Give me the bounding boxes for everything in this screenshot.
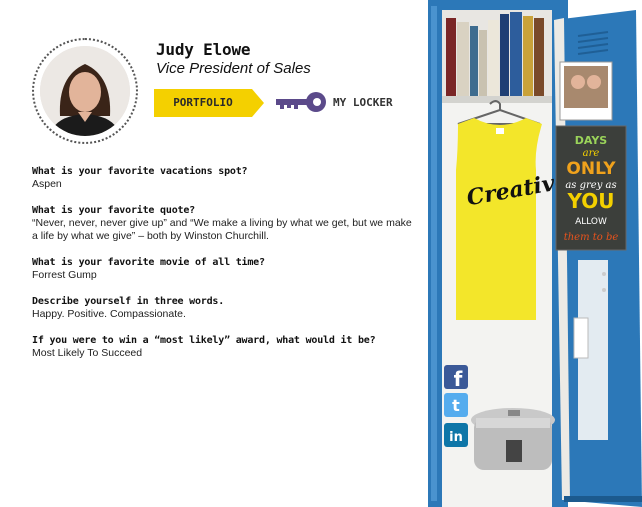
qa-question: Describe yourself in three words. [32, 296, 225, 307]
svg-text:YOU: YOU [566, 189, 614, 213]
qa-answer: Forrest Gump [32, 269, 97, 281]
profile-title: Vice President of Sales [156, 60, 311, 77]
books [446, 12, 544, 96]
qa-answer: Happy. Positive. Compassionate. [32, 308, 186, 320]
qa-item: What is your favorite movie of all time?… [32, 256, 412, 282]
qa-item: Describe yourself in three words. Happy.… [32, 295, 412, 321]
profile-name: Judy Elowe [156, 40, 251, 59]
svg-text:f: f [454, 367, 463, 389]
qa-question: What is your favorite vacations spot? [32, 166, 248, 177]
twitter-icon[interactable]: t [444, 393, 468, 417]
qa-question: If you were to win a “most likely” award… [32, 335, 376, 346]
svg-text:ALLOW: ALLOW [575, 217, 607, 227]
qa-answer: “Never, never, never give up” and “We ma… [32, 217, 412, 242]
avatar-photo [40, 46, 130, 136]
shirt [456, 118, 542, 320]
rice-cooker [471, 408, 555, 470]
portfolio-button[interactable]: PORTFOLIO [154, 89, 264, 117]
svg-text:t: t [452, 396, 460, 415]
svg-text:are: are [583, 148, 600, 159]
avatar [40, 46, 130, 136]
portfolio-label: PORTFOLIO [173, 96, 233, 109]
svg-text:ONLY: ONLY [566, 159, 616, 179]
key-icon[interactable] [274, 91, 328, 113]
facebook-icon[interactable]: f [444, 365, 468, 391]
qa-list: What is your favorite vacations spot? As… [32, 165, 412, 373]
qa-item: What is your favorite vacations spot? As… [32, 165, 412, 191]
qa-answer: Aspen [32, 178, 62, 190]
qa-question: What is your favorite quote? [32, 205, 195, 216]
qa-item: What is your favorite quote? “Never, nev… [32, 204, 412, 243]
my-locker-link[interactable]: MY LOCKER [333, 96, 393, 109]
svg-text:them to be: them to be [564, 232, 619, 243]
qa-question: What is your favorite movie of all time? [32, 257, 265, 268]
qa-answer: Most Likely To Succeed [32, 347, 143, 359]
door-photo [559, 61, 613, 121]
svg-text:DAYS: DAYS [575, 134, 608, 147]
svg-text:in: in [449, 430, 463, 445]
door-poster: DAYS are ONLY as grey as YOU ALLOW them … [555, 125, 627, 251]
qa-item: If you were to win a “most likely” award… [32, 334, 412, 360]
linkedin-icon[interactable]: in [444, 423, 468, 447]
